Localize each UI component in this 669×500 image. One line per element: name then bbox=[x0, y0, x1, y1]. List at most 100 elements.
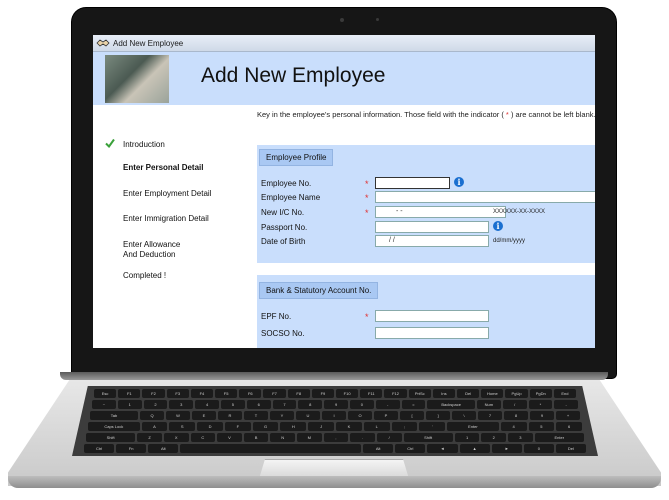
keyboard-key[interactable]: H bbox=[280, 422, 307, 431]
keyboard-key[interactable]: F7 bbox=[263, 389, 286, 398]
keyboard-key[interactable]: Shift bbox=[86, 433, 136, 442]
keyboard-key[interactable]: Del bbox=[555, 444, 586, 453]
keyboard-key[interactable]: D bbox=[197, 422, 223, 431]
keyboard-key[interactable]: 8 bbox=[504, 411, 528, 420]
keyboard-key[interactable]: 8 bbox=[298, 400, 323, 409]
keyboard-key[interactable]: ~ bbox=[92, 400, 116, 409]
keyboard-key[interactable]: ▲ bbox=[459, 444, 490, 453]
keyboard-key[interactable]: 2 bbox=[143, 400, 168, 409]
keyboard-key[interactable]: L bbox=[363, 422, 390, 431]
keyboard-key[interactable]: ► bbox=[491, 444, 522, 453]
step-personal-detail[interactable]: Enter Personal Detail bbox=[123, 163, 203, 173]
keyboard-key[interactable] bbox=[180, 444, 362, 453]
keyboard-key[interactable]: Home bbox=[481, 389, 504, 398]
keyboard-key[interactable]: ' bbox=[419, 422, 446, 431]
keyboard-key[interactable]: Ins bbox=[432, 389, 456, 398]
passport-input[interactable] bbox=[375, 221, 489, 233]
keyboard-key[interactable]: B bbox=[243, 433, 269, 442]
keyboard-key[interactable]: - bbox=[554, 400, 579, 409]
keyboard-key[interactable]: 5 bbox=[528, 422, 555, 431]
keyboard-key[interactable]: F6 bbox=[239, 389, 262, 398]
keyboard-key[interactable]: U bbox=[296, 411, 320, 420]
keyboard-key[interactable]: Ctrl bbox=[84, 444, 115, 453]
epf-no-input[interactable] bbox=[375, 310, 489, 322]
keyboard-key[interactable]: R bbox=[218, 411, 242, 420]
keyboard-key[interactable]: P bbox=[374, 411, 398, 420]
keyboard-key[interactable]: 6 bbox=[556, 422, 583, 431]
keyboard-key[interactable]: Enter bbox=[534, 433, 584, 442]
keyboard-key[interactable]: S bbox=[169, 422, 196, 431]
keyboard-key[interactable]: Y bbox=[270, 411, 294, 420]
step-allowance-deduction[interactable]: Enter Allowance And Deduction bbox=[123, 240, 180, 260]
keyboard-key[interactable]: 1 bbox=[454, 433, 480, 442]
keyboard-key[interactable]: A bbox=[141, 422, 168, 431]
keyboard-key[interactable]: Ctrl bbox=[395, 444, 426, 453]
keyboard-key[interactable]: F12 bbox=[384, 389, 407, 398]
keyboard-key[interactable]: . bbox=[350, 433, 375, 442]
keyboard-key[interactable]: 5 bbox=[220, 400, 245, 409]
info-icon[interactable]: i bbox=[454, 177, 464, 187]
keyboard-key[interactable]: Enter bbox=[447, 422, 499, 431]
keyboard-key[interactable]: - bbox=[375, 400, 400, 409]
keyboard-key[interactable]: + bbox=[556, 411, 580, 420]
keyboard-key[interactable]: Fn bbox=[116, 444, 147, 453]
keyboard-key[interactable]: X bbox=[163, 433, 189, 442]
keyboard-key[interactable]: I bbox=[322, 411, 346, 420]
keyboard-key[interactable]: Z bbox=[137, 433, 162, 442]
keyboard-key[interactable]: End bbox=[553, 389, 577, 398]
keyboard-key[interactable]: F bbox=[224, 422, 251, 431]
keyboard-key[interactable]: ] bbox=[426, 411, 450, 420]
keyboard-key[interactable]: [ bbox=[400, 411, 424, 420]
keyboard-key[interactable]: W bbox=[166, 411, 190, 420]
keyboard-key[interactable]: N bbox=[270, 433, 296, 442]
employee-no-input[interactable] bbox=[375, 177, 450, 189]
keyboard-key[interactable]: T bbox=[244, 411, 268, 420]
keyboard-key[interactable]: ; bbox=[391, 422, 418, 431]
keyboard-key[interactable]: Num bbox=[476, 400, 501, 409]
keyboard-key[interactable]: ◄ bbox=[427, 444, 458, 453]
step-completed[interactable]: Completed ! bbox=[123, 271, 166, 281]
keyboard-key[interactable]: C bbox=[190, 433, 216, 442]
keyboard-key[interactable]: Shift bbox=[403, 433, 453, 442]
keyboard-key[interactable]: 4 bbox=[195, 400, 219, 409]
keyboard-key[interactable]: * bbox=[528, 400, 553, 409]
keyboard-key[interactable]: / bbox=[376, 433, 402, 442]
keyboard-key[interactable]: 9 bbox=[324, 400, 348, 409]
keyboard-key[interactable]: M bbox=[297, 433, 322, 442]
keyboard-key[interactable]: 9 bbox=[530, 411, 554, 420]
keyboard-key[interactable]: Caps Lock bbox=[88, 422, 140, 431]
keyboard-key[interactable]: O bbox=[348, 411, 372, 420]
keyboard-key[interactable]: 7 bbox=[272, 400, 297, 409]
keyboard-key[interactable]: , bbox=[323, 433, 349, 442]
keyboard-key[interactable]: J bbox=[308, 422, 335, 431]
keyboard-key[interactable]: 2 bbox=[481, 433, 507, 442]
keyboard-key[interactable]: F11 bbox=[360, 389, 383, 398]
keyboard-key[interactable]: Del bbox=[457, 389, 480, 398]
step-employment-detail[interactable]: Enter Employment Detail bbox=[123, 189, 211, 199]
keyboard-key[interactable]: Q bbox=[140, 411, 164, 420]
keyboard-key[interactable]: Alt bbox=[363, 444, 394, 453]
keyboard-key[interactable]: \ bbox=[452, 411, 476, 420]
keyboard-key[interactable]: G bbox=[252, 422, 279, 431]
keyboard-key[interactable]: Tab bbox=[90, 411, 138, 420]
keyboard-key[interactable]: V bbox=[217, 433, 242, 442]
keyboard-key[interactable]: Alt bbox=[148, 444, 179, 453]
keyboard-key[interactable]: 3 bbox=[169, 400, 194, 409]
employee-name-input[interactable] bbox=[375, 191, 595, 203]
info-icon[interactable]: i bbox=[493, 221, 503, 231]
step-immigration-detail[interactable]: Enter Immigration Detail bbox=[123, 214, 209, 224]
bank-statutory-tab[interactable]: Bank & Statutory Account No. bbox=[259, 282, 379, 299]
keyboard-key[interactable]: PgDn bbox=[529, 389, 552, 398]
keyboard-key[interactable]: = bbox=[401, 400, 426, 409]
keyboard-key[interactable]: 1 bbox=[117, 400, 142, 409]
keyboard-key[interactable]: 7 bbox=[478, 411, 502, 420]
keyboard-key[interactable]: F4 bbox=[190, 389, 214, 398]
keyboard-key[interactable]: Backspace bbox=[427, 400, 475, 409]
employee-profile-tab[interactable]: Employee Profile bbox=[259, 149, 334, 166]
keyboard-key[interactable]: F10 bbox=[336, 389, 359, 398]
dob-input[interactable]: / / bbox=[375, 235, 489, 247]
keyboard-key[interactable]: PgUp bbox=[505, 389, 528, 398]
keyboard-key[interactable]: 4 bbox=[500, 422, 527, 431]
keyboard-key[interactable]: K bbox=[336, 422, 362, 431]
new-ic-input[interactable]: - - bbox=[375, 206, 506, 218]
